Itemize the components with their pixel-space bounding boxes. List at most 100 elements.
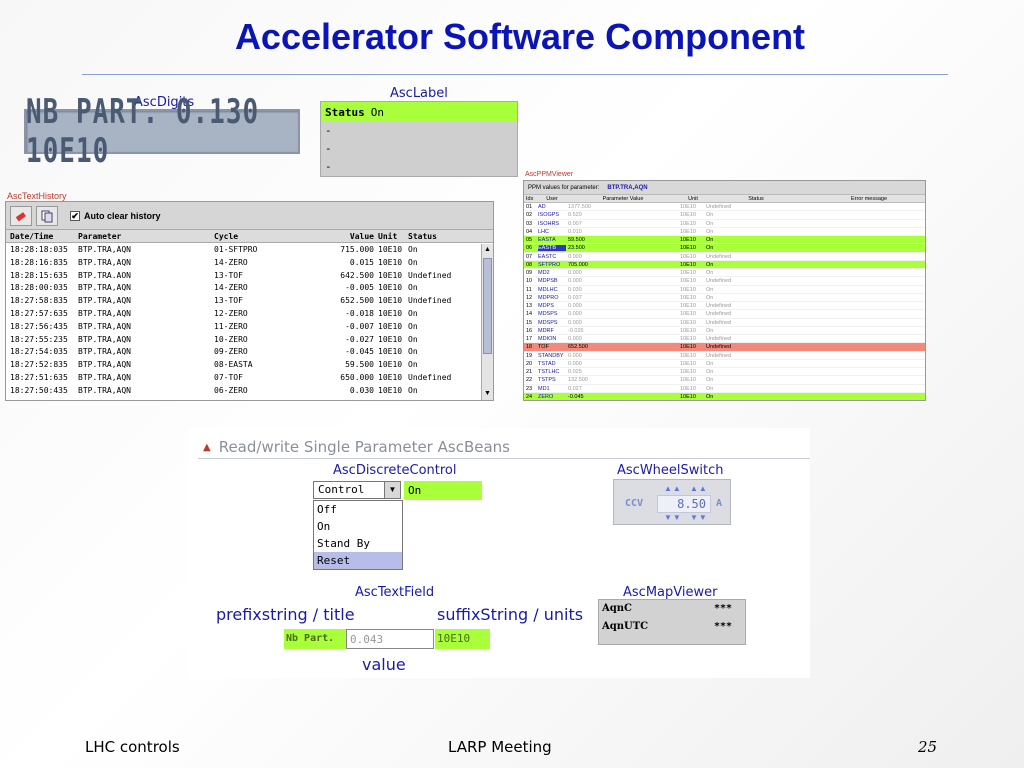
history-cell: 07-TOF [214,372,243,382]
text-field-input[interactable] [346,629,434,649]
ppm-row[interactable]: 04 LHC 0.010 10E10 On [524,228,925,236]
history-cell: BTP.TRA,AQN [78,385,131,395]
ppm-row[interactable]: 16 MDRF -0.026 10E10 On [524,327,925,335]
history-cell: BTP.TRA,AQN [78,308,131,318]
ppm-cell: On [706,393,714,400]
history-cell: 10E10 [378,308,403,318]
dropdown-option[interactable]: Stand By [314,535,402,552]
ppm-cell: 0.027 [568,385,582,392]
ppm-cell: TOF [538,344,549,351]
history-cell: 0.015 [349,257,374,267]
auto-clear-checkbox[interactable]: ✔ Auto clear history [70,210,161,221]
history-row[interactable]: 18:28:18:035 BTP.TRA,AQN 01-SFTPRO 715.000 1… [6,243,493,256]
ppm-row[interactable]: 24 ZERO -0.045 10E10 On [524,392,925,400]
history-col-header: Value [349,232,374,241]
ppm-cell: 10E10 [680,245,696,252]
history-row[interactable]: 18:27:56:435 BTP.TRA,AQN 11-ZERO -0.007 10E1… [6,320,493,333]
ppm-cell: ZERO [538,393,554,400]
history-row[interactable]: 18:27:49:235 BTP.TRA,AQN 05-EASTB 23.750 10E… [6,397,493,400]
ppm-row[interactable]: 21 TSTLHC 0.025 10E10 On [524,368,925,377]
ppm-row[interactable]: 23 MD1 0.027 10E10 On [524,385,925,393]
ppm-row[interactable]: 05 EASTA 59.500 10E10 On [524,236,925,245]
ppm-cell: Undefined [706,336,732,342]
ppm-row[interactable]: 14 MDSPS 0.000 10E10 Undefined [524,310,925,319]
ppm-row[interactable]: 07 EASTC 0.000 10E10 Undefined [524,253,925,261]
scroll-up-icon[interactable]: ▲ [483,245,492,255]
ppm-row[interactable]: 03 ISOHRS 0.007 10E10 On [524,220,925,228]
dropdown-arrow-icon[interactable]: ▼ [384,482,400,498]
ppm-cell: 10E10 [680,261,696,268]
decrement-arrow-icon[interactable]: ▼▼ [664,513,682,522]
history-cell: 10E10 [378,334,403,344]
history-col-header: Parameter [78,232,122,241]
history-cell: On [408,321,418,331]
ppm-row[interactable]: 06 EASTB 23.500 10E10 On [524,244,925,253]
ppm-row[interactable]: 13 MDPS 0.000 10E10 Undefined [524,302,925,311]
history-cell: 18:27:51:635 [10,372,68,382]
asc-label-status-row: Status On [321,102,517,122]
ppm-cell: 08 [526,261,533,268]
ppm-cell: Undefined [706,352,732,359]
history-row[interactable]: 18:27:50:435 BTP.TRA,AQN 06-ZERO 0.030 10E10… [6,384,493,397]
ppm-cell: 02 [526,212,533,219]
scroll-down-icon[interactable]: ▼ [483,389,492,399]
ppm-cell: 07 [526,253,533,260]
history-row[interactable]: 18:27:52:835 BTP.TRA,AQN 08-EASTA 59.500 10E… [6,358,493,371]
history-cell: 10E10 [378,245,403,254]
history-row[interactable]: 18:28:00:035 BTP.TRA,AQN 14-ZERO -0.005 10E1… [6,281,493,294]
history-row[interactable]: 18:27:58:835 BTP.TRA,AQN 13-TOF 652.500 10E1… [6,294,493,307]
increment-arrow-icon[interactable]: ▲▲ [690,484,708,493]
ppm-cell: MDPRO [538,294,559,301]
ppm-cell: 10E10 [680,369,696,375]
history-cell: 18:27:50:435 [10,385,68,395]
ppm-row[interactable]: 09 MD2 0.000 10E10 On [524,269,925,278]
dropdown-option[interactable]: On [314,518,402,535]
increment-arrow-icon[interactable]: ▲▲ [664,484,682,493]
ppm-row[interactable]: 22 TSTPS 132.500 10E10 On [524,376,925,385]
history-cell: 18:28:00:035 [10,283,68,293]
ppm-row[interactable]: 01 AD 1377.500 10E10 Undefined [524,203,925,212]
history-cell: 10E10 [378,360,403,370]
ppm-cell: 10E10 [680,270,696,276]
wheel-switch-value[interactable]: 8.50 [657,495,711,513]
history-cell: 18:28:16:835 [10,257,68,267]
history-cell: BTP.TRA,AQN [78,283,131,293]
ppm-cell: On [706,369,714,375]
dropdown-option[interactable]: Off [314,501,402,518]
ppm-cell: On [706,237,714,243]
copy-icon-button[interactable] [36,205,58,226]
history-scrollbar[interactable]: ▲ ▼ [481,244,493,400]
history-cell: BTP.TRA,AQN [78,296,131,306]
ppm-row[interactable]: 20 TSTAD 0.000 10E10 On [524,360,925,368]
history-cell: On [408,334,418,344]
history-row[interactable]: 18:27:57:635 BTP.TRA,AQN 12-ZERO -0.018 10E1… [6,307,493,320]
ppm-row[interactable]: 10 MDPSB 0.000 10E10 Undefined [524,277,925,286]
history-row[interactable]: 18:28:16:835 BTP.TRA,AQN 14-ZERO 0.015 10E10… [6,256,493,269]
history-row[interactable]: 18:27:51:635 BTP.TRA,AQN 07-TOF 650.000 10E1… [6,371,493,384]
ppm-cell: 10E10 [680,385,696,392]
ppm-row[interactable]: 02 ISOGPS 0.520 10E10 On [524,211,925,220]
ppm-row[interactable]: 19 STANDBY 0.000 10E10 Undefined [524,352,925,360]
ppm-row[interactable]: 12 MDPRO 0.037 10E10 On [524,294,925,302]
ppm-cell: 0.000 [568,311,582,318]
ppm-row[interactable]: 17 MDION 0.000 10E10 Undefined [524,335,925,344]
ppm-cell: 11 [526,286,532,293]
scroll-thumb[interactable] [483,258,492,354]
history-row[interactable]: 18:28:15:635 BTP.TRA.AON 13-TOF 642.500 10E1… [6,269,493,282]
history-row[interactable]: 18:27:54:035 BTP.TRA,AQN 09-ZERO -0.045 10E1… [6,345,493,358]
ppm-row[interactable]: 08 SFTPRO 705.000 10E10 On [524,260,925,269]
decrement-arrow-icon[interactable]: ▼▼ [690,513,708,522]
history-row[interactable]: 18:27:55:235 BTP.TRA,AQN 10-ZERO -0.027 10E1… [6,333,493,346]
history-cell: -0.005 [345,283,374,293]
footer-center: LARP Meeting [448,738,552,756]
ppm-cell: 652.500 [568,344,588,351]
ppm-cell: On [706,245,714,252]
ppm-row[interactable]: 18 TOF 652.500 10E10 Undefined [524,343,925,352]
ppm-row[interactable]: 11 MDLHC 0.030 10E10 On [524,286,925,294]
history-cell: -0.018 [345,308,374,318]
history-cell: 09-ZERO [214,347,248,357]
ppm-row[interactable]: 15 MDSPS 0.000 10E10 Undefined [524,319,925,327]
ppm-cell: 01 [526,204,533,210]
eraser-icon-button[interactable] [10,205,32,226]
dropdown-option-highlighted[interactable]: Reset [314,552,402,569]
